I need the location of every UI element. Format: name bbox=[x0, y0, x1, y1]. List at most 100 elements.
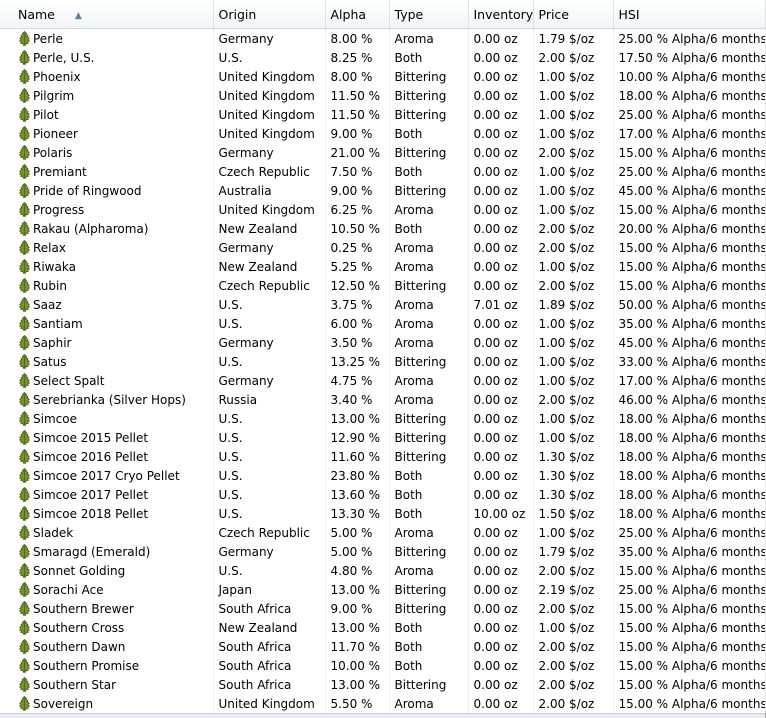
cell-price: 1.89 $/oz bbox=[533, 295, 614, 314]
cell-origin: U.S. bbox=[213, 447, 326, 466]
table-row[interactable]: Rakau (Alpharoma) New Zealand 10.50 % Both 0… bbox=[0, 219, 766, 238]
cell-name: Simcoe bbox=[0, 409, 214, 428]
table-row[interactable]: Southern Cross New Zealand 13.00 % Both 0.00… bbox=[0, 618, 766, 637]
cell-inventory: 10.00 oz bbox=[468, 504, 534, 523]
column-header-type[interactable]: Type bbox=[389, 0, 469, 29]
table-row[interactable]: Rubin Czech Republic 12.50 % Bittering 0.00 … bbox=[0, 276, 766, 295]
cell-name: Simcoe 2016 Pellet bbox=[0, 447, 214, 466]
table-row[interactable]: Saaz U.S. 3.75 % Aroma 7.01 oz 1.89 $/oz 50.00… bbox=[0, 295, 766, 314]
table-row[interactable]: Satus U.S. 13.25 % Bittering 0.00 oz 1.00 $/o… bbox=[0, 352, 766, 371]
table-row[interactable]: Simcoe 2015 Pellet U.S. 12.90 % Bittering 0.… bbox=[0, 428, 766, 447]
table-row[interactable]: Polaris Germany 21.00 % Bittering 0.00 oz 2.0… bbox=[0, 143, 766, 162]
column-header-inventory-label: Inventory bbox=[473, 6, 534, 22]
cell-type: Bittering bbox=[389, 542, 469, 561]
hop-cone-icon bbox=[18, 239, 31, 256]
cell-alpha: 13.60 % bbox=[325, 485, 390, 504]
hop-cone-icon bbox=[18, 524, 31, 541]
table-row[interactable]: Simcoe U.S. 13.00 % Bittering 0.00 oz 1.00 $/… bbox=[0, 409, 766, 428]
table-row[interactable]: Pride of Ringwood Australia 9.00 % Bitterin… bbox=[0, 181, 766, 200]
cell-alpha: 13.00 % bbox=[325, 618, 390, 637]
table-row[interactable]: Southern Promise South Africa 10.00 % Both 0… bbox=[0, 656, 766, 675]
cell-origin: Germany bbox=[213, 542, 326, 561]
table-row[interactable]: Serebrianka (Silver Hops) Russia 3.40 % Aro… bbox=[0, 390, 766, 409]
table-row[interactable]: Sorachi Ace Japan 13.00 % Bittering 0.00 oz 2… bbox=[0, 580, 766, 599]
cell-hsi: 18.00 % Alpha/6 months bbox=[613, 504, 766, 523]
hop-cone-icon bbox=[18, 258, 31, 275]
cell-inventory: 0.00 oz bbox=[468, 181, 534, 200]
table-row[interactable]: Santiam U.S. 6.00 % Aroma 0.00 oz 1.00 $/oz 35… bbox=[0, 314, 766, 333]
table-row[interactable]: Premiant Czech Republic 7.50 % Both 0.00 oz 1… bbox=[0, 162, 766, 181]
table-row[interactable]: Smaragd (Emerald) Germany 5.00 % Bittering 0… bbox=[0, 542, 766, 561]
table-row[interactable]: Southern Star South Africa 13.00 % Bitterin… bbox=[0, 675, 766, 694]
cell-type: Aroma bbox=[389, 200, 469, 219]
cell-inventory: 0.00 oz bbox=[468, 238, 534, 257]
cell-inventory: 0.00 oz bbox=[468, 466, 534, 485]
cell-alpha: 12.50 % bbox=[325, 276, 390, 295]
cell-hsi: 18.00 % Alpha/6 months bbox=[613, 428, 766, 447]
column-header-inventory[interactable]: Inventory bbox=[468, 0, 534, 29]
cell-name: Sonnet Golding bbox=[0, 561, 214, 580]
table-row[interactable]: Relax Germany 0.25 % Aroma 0.00 oz 2.00 $/oz 1… bbox=[0, 238, 766, 257]
table-row[interactable]: Pilot United Kingdom 11.50 % Bittering 0.00 … bbox=[0, 105, 766, 124]
cell-alpha: 8.00 % bbox=[325, 28, 390, 48]
sort-ascending-icon: ▲ bbox=[74, 10, 82, 21]
cell-type: Bittering bbox=[389, 143, 469, 162]
cell-origin: Germany bbox=[213, 333, 326, 352]
hop-cone-icon bbox=[18, 144, 31, 161]
cell-name: Pilgrim bbox=[0, 86, 214, 105]
cell-alpha: 13.25 % bbox=[325, 352, 390, 371]
column-header-price[interactable]: Price bbox=[533, 0, 614, 29]
cell-name: Riwaka bbox=[0, 257, 214, 276]
cell-alpha: 3.40 % bbox=[325, 390, 390, 409]
table-row[interactable]: Phoenix United Kingdom 8.00 % Bittering 0.00… bbox=[0, 67, 766, 86]
cell-inventory: 0.00 oz bbox=[468, 333, 534, 352]
cell-origin: New Zealand bbox=[213, 257, 326, 276]
cell-hsi: 15.00 % Alpha/6 months bbox=[613, 276, 766, 295]
cell-alpha: 10.00 % bbox=[325, 656, 390, 675]
cell-hsi: 15.00 % Alpha/6 months bbox=[613, 200, 766, 219]
cell-inventory: 0.00 oz bbox=[468, 257, 534, 276]
cell-name: Simcoe 2015 Pellet bbox=[0, 428, 214, 447]
cell-price: 1.00 $/oz bbox=[533, 428, 614, 447]
cell-alpha: 13.00 % bbox=[325, 409, 390, 428]
hop-name: Smaragd (Emerald) bbox=[33, 544, 151, 559]
table-row[interactable]: Simcoe 2017 Pellet U.S. 13.60 % Both 0.00 oz… bbox=[0, 485, 766, 504]
table-row[interactable]: Progress United Kingdom 6.25 % Aroma 0.00 oz… bbox=[0, 200, 766, 219]
table-row[interactable]: Simcoe 2016 Pellet U.S. 11.60 % Bittering 0.… bbox=[0, 447, 766, 466]
table-row[interactable]: Simcoe 2018 Pellet U.S. 13.30 % Both 10.00 o… bbox=[0, 504, 766, 523]
table-row[interactable]: Simcoe 2017 Cryo Pellet U.S. 23.80 % Both 0.… bbox=[0, 466, 766, 485]
cell-inventory: 0.00 oz bbox=[468, 48, 534, 67]
cell-alpha: 5.25 % bbox=[325, 257, 390, 276]
table-row[interactable]: Riwaka New Zealand 5.25 % Aroma 0.00 oz 1.00 … bbox=[0, 257, 766, 276]
column-header-alpha[interactable]: Alpha bbox=[325, 0, 390, 29]
table-row[interactable]: Sonnet Golding U.S. 4.80 % Aroma 0.00 oz 2.00… bbox=[0, 561, 766, 580]
cell-inventory: 0.00 oz bbox=[468, 314, 534, 333]
table-row[interactable]: Select Spalt Germany 4.75 % Aroma 0.00 oz 1.0… bbox=[0, 371, 766, 390]
cell-hsi: 18.00 % Alpha/6 months bbox=[613, 466, 766, 485]
column-header-hsi[interactable]: HSI bbox=[613, 0, 766, 29]
table-row[interactable]: Perle Germany 8.00 % Aroma 0.00 oz 1.79 $/oz 2… bbox=[0, 28, 766, 48]
table-row[interactable]: Southern Brewer South Africa 9.00 % Bitteri… bbox=[0, 599, 766, 618]
table-row[interactable]: Pilgrim United Kingdom 11.50 % Bittering 0.0… bbox=[0, 86, 766, 105]
table-row[interactable]: Perle, U.S. U.S. 8.25 % Both 0.00 oz 2.00 $/o… bbox=[0, 48, 766, 67]
table-row[interactable]: Southern Dawn South Africa 11.70 % Both 0.00… bbox=[0, 637, 766, 656]
horizontal-scrollbar-edge[interactable] bbox=[0, 713, 765, 718]
table-row[interactable]: Sovereign United Kingdom 5.50 % Aroma 0.00 o… bbox=[0, 694, 766, 713]
cell-hsi: 17.00 % Alpha/6 months bbox=[613, 371, 766, 390]
column-header-name[interactable]: Name ▲ bbox=[0, 0, 214, 29]
table-row[interactable]: Saphir Germany 3.50 % Aroma 0.00 oz 1.00 $/oz… bbox=[0, 333, 766, 352]
cell-hsi: 15.00 % Alpha/6 months bbox=[613, 694, 766, 713]
cell-name: Pioneer bbox=[0, 124, 214, 143]
cell-name: Simcoe 2018 Pellet bbox=[0, 504, 214, 523]
cell-type: Aroma bbox=[389, 333, 469, 352]
table-row[interactable]: Sladek Czech Republic 5.00 % Aroma 0.00 oz 1.… bbox=[0, 523, 766, 542]
cell-type: Bittering bbox=[389, 86, 469, 105]
cell-name: Progress bbox=[0, 200, 214, 219]
column-header-name-label: Name bbox=[18, 6, 55, 22]
hop-cone-icon bbox=[18, 49, 31, 66]
table-row[interactable]: Pioneer United Kingdom 9.00 % Both 0.00 oz 1.… bbox=[0, 124, 766, 143]
column-header-origin[interactable]: Origin bbox=[213, 0, 326, 29]
cell-type: Bittering bbox=[389, 105, 469, 124]
hop-name: Southern Brewer bbox=[33, 601, 134, 616]
column-header-alpha-label: Alpha bbox=[330, 6, 367, 22]
